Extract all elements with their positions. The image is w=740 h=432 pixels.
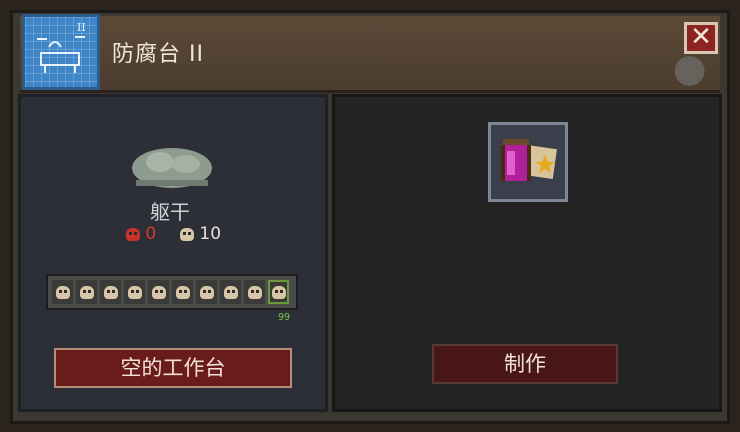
red-skull-stat: 0 [126,224,156,244]
ingredient-slot-bar [46,274,298,310]
skull-icon [271,285,286,299]
slot-item[interactable] [100,280,121,304]
craft-button[interactable]: 制作 [432,344,618,384]
slot-item[interactable] [76,280,97,304]
skull-icon [247,285,262,299]
skull-icon [175,285,190,299]
slot-item[interactable] [220,280,241,304]
slot-stack-count: 99 [278,312,291,323]
slot-item[interactable] [124,280,145,304]
slot-item[interactable] [52,280,73,304]
window-title: 防腐台 II [112,42,204,67]
svg-text:II: II [77,21,86,34]
skull-count: 10 [199,224,222,244]
slot-item[interactable] [172,280,193,304]
slot-item-selected[interactable] [268,280,289,304]
skull-icon [127,285,142,299]
product-slot[interactable] [488,122,568,202]
ingredient-name: 躯干 [150,200,190,224]
slot-item[interactable] [196,280,217,304]
frame-ornament [668,54,722,88]
skull-icon [180,227,194,241]
empty-workbench-button[interactable]: 空的工作台 [54,348,292,388]
skull-icon [55,285,70,299]
skull-icon [79,285,94,299]
skull-stat: 10 [180,224,221,244]
blueprint-icon: II [22,14,100,90]
close-button[interactable]: ✕ [684,22,718,54]
red-skull-count: 0 [145,224,157,244]
mummy-torso-icon [132,148,212,188]
red-skull-icon [126,227,140,241]
slot-item[interactable] [244,280,265,304]
skull-icon [199,285,214,299]
potion-jar-icon [501,139,557,181]
skull-icon [151,285,166,299]
skull-icon [223,285,238,299]
slot-item[interactable] [148,280,169,304]
skull-icon [103,285,118,299]
